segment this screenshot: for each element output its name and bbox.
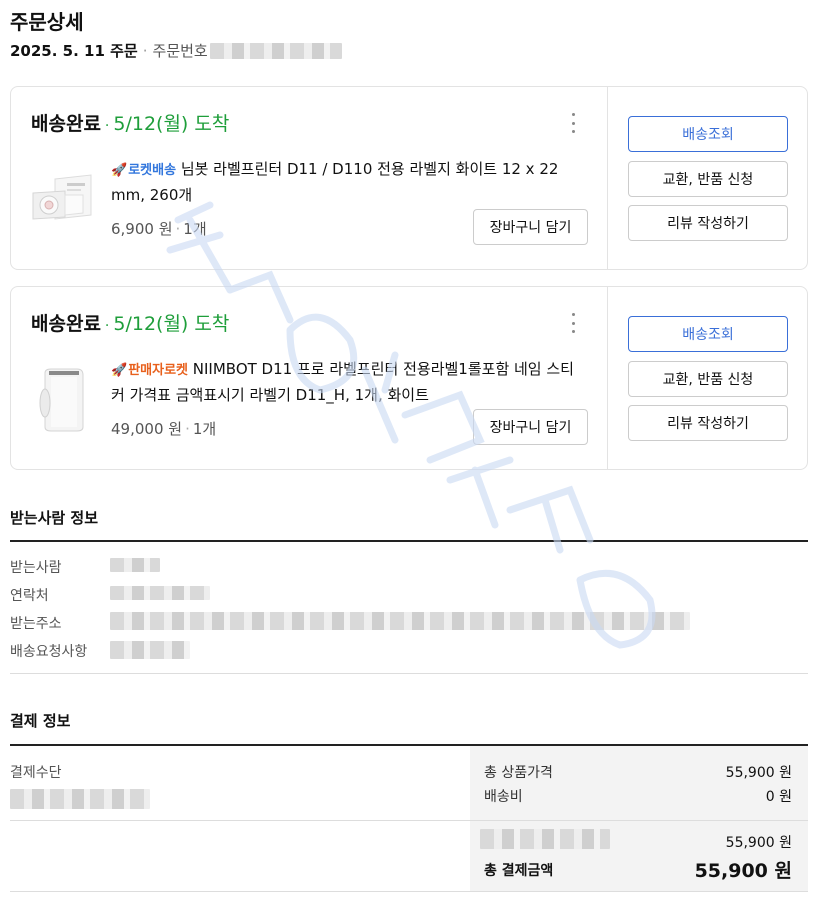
write-review-button[interactable]: 리뷰 작성하기 (628, 405, 788, 441)
status-dot: · (104, 118, 110, 134)
write-review-button[interactable]: 리뷰 작성하기 (628, 205, 788, 241)
product-title[interactable]: 🚀로켓배송 님봇 라벨프린터 D11 / D110 전용 라벨지 화이트 12 … (111, 157, 586, 207)
delivery-status: 배송완료 · 5/12(월) 도착 (31, 309, 229, 336)
status-text: 배송완료 (31, 113, 101, 135)
track-delivery-button[interactable]: 배송조회 (628, 116, 788, 152)
shipping-fee-value: 0 원 (765, 789, 792, 805)
recipient-name-redacted (110, 558, 160, 572)
phone-redacted (110, 586, 210, 600)
shipping-fee-label: 배송비 (484, 789, 523, 805)
price-line: 49,000 원 · 1개 (111, 420, 217, 438)
add-to-cart-button[interactable]: 장바구니 담기 (473, 209, 588, 245)
page-title: 주문상세 (10, 10, 84, 34)
delivery-request-redacted (110, 641, 190, 659)
section-divider (10, 540, 808, 542)
product-price: 49,000 원 (111, 420, 183, 438)
payment-method-detail-redacted (480, 829, 610, 849)
price-line: 6,900 원 · 1개 (111, 220, 207, 238)
total-label: 총 결제금액 (484, 863, 554, 879)
product-quantity: 1개 (192, 420, 217, 438)
recipient-name-label: 받는사람 (10, 560, 62, 576)
more-options-icon[interactable] (563, 111, 583, 135)
section-divider (10, 820, 808, 821)
payment-method-redacted (10, 789, 150, 809)
product-price: 6,900 원 (111, 220, 173, 238)
more-options-icon[interactable] (563, 311, 583, 335)
track-delivery-button[interactable]: 배송조회 (628, 316, 788, 352)
total-value: 55,900 원 (694, 860, 792, 882)
address-redacted (110, 612, 690, 630)
order-card: 배송완료 · 5/12(월) 도착 🚀판매자로켓 NIIMBOT D11 프로 … (10, 286, 808, 470)
separator-dot: · (142, 41, 148, 60)
delivery-status: 배송완료 · 5/12(월) 도착 (31, 109, 229, 136)
order-card: 배송완료 · 5/12(월) 도착 🚀로켓배송 님봇 라벨프린터 D11 / D… (10, 86, 808, 270)
payment-summary: 총 상품가격 55,900 원 배송비 0 원 55,900 원 총 결제금액 … (470, 746, 808, 892)
arrival-date: 5/12(월) 도착 (113, 313, 230, 335)
product-name[interactable]: 님봇 라벨프린터 D11 / D110 전용 라벨지 화이트 12 x 22 m… (111, 160, 558, 204)
product-quantity: 1개 (183, 220, 207, 238)
payment-section-title: 결제 정보 (10, 712, 71, 730)
delivery-request-label: 배송요청사항 (10, 644, 88, 660)
order-date: 2025. 5. 11 주문 (10, 42, 138, 60)
subtotal-label: 총 상품가격 (484, 765, 553, 781)
address-label: 받는주소 (10, 616, 62, 632)
status-text: 배송완료 (31, 313, 101, 335)
status-dot: · (104, 318, 110, 334)
phone-label: 연락처 (10, 588, 49, 604)
section-divider (10, 891, 808, 892)
order-card-actions: 배송조회 교환, 반품 신청 리뷰 작성하기 (608, 287, 809, 469)
product-image[interactable] (25, 365, 95, 435)
product-title[interactable]: 🚀판매자로켓 NIIMBOT D11 프로 라벨프린터 전용라벨1롤포함 네임 … (111, 357, 586, 407)
product-image[interactable] (25, 165, 95, 235)
add-to-cart-button[interactable]: 장바구니 담기 (473, 409, 588, 445)
recipient-section-title: 받는사람 정보 (10, 509, 99, 527)
order-meta: 2025. 5. 11 주문 · 주문번호 (10, 40, 342, 61)
order-card-main: 배송완료 · 5/12(월) 도착 🚀로켓배송 님봇 라벨프린터 D11 / D… (11, 87, 608, 269)
payment-method-label: 결제수단 (10, 765, 62, 781)
order-number-redacted (209, 42, 342, 59)
rocket-delivery-badge: 로켓배송 (128, 163, 177, 178)
seller-rocket-badge: 판매자로켓 (128, 363, 188, 378)
section-divider (10, 673, 808, 674)
rocket-icon: 🚀 (111, 163, 128, 178)
subtotal-value: 55,900 원 (725, 765, 792, 781)
order-card-actions: 배송조회 교환, 반품 신청 리뷰 작성하기 (608, 87, 809, 269)
arrival-date: 5/12(월) 도착 (113, 113, 230, 135)
exchange-return-button[interactable]: 교환, 반품 신청 (628, 161, 788, 197)
rocket-icon: 🚀 (111, 363, 128, 378)
order-number-label: 주문번호 (152, 42, 208, 60)
exchange-return-button[interactable]: 교환, 반품 신청 (628, 361, 788, 397)
payment-method-amount: 55,900 원 (725, 835, 792, 851)
order-card-main: 배송완료 · 5/12(월) 도착 🚀판매자로켓 NIIMBOT D11 프로 … (11, 287, 608, 469)
